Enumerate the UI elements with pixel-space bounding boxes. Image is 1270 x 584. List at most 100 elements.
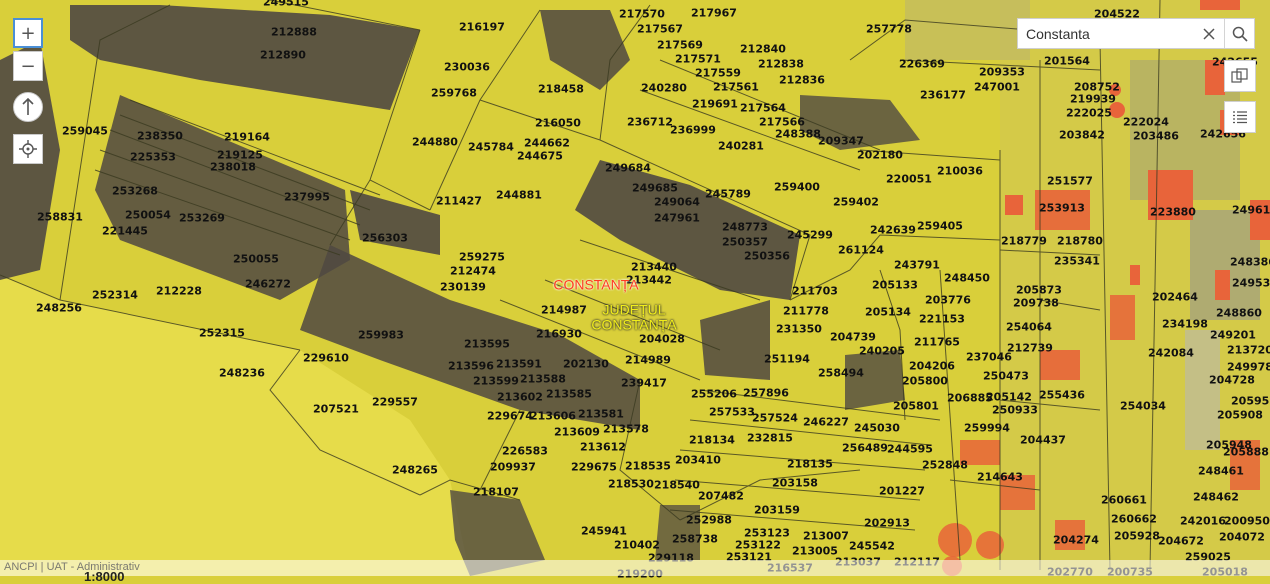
parcel-label: 202464 [1152, 290, 1198, 304]
parcel-label: 219164 [224, 130, 270, 144]
parcel-label: 219125 [217, 148, 263, 162]
layers-icon [1231, 68, 1248, 83]
parcel-label: 253123 [744, 526, 790, 540]
parcel-label: 242016 [1180, 514, 1226, 528]
parcel-label: 213609 [554, 425, 600, 439]
parcel-label: 213606 [530, 409, 576, 423]
parcel-label: 205928 [1114, 529, 1160, 543]
parcel-label: 259045 [62, 124, 108, 138]
parcel-label: 210402 [614, 538, 660, 552]
parcel-label: 206885 [947, 391, 993, 405]
parcel-label: 211703 [792, 284, 838, 298]
locate-button[interactable] [13, 134, 43, 164]
parcel-label: 213578 [603, 422, 649, 436]
parcel-label: 248860 [1216, 306, 1262, 320]
search-button[interactable] [1225, 19, 1254, 48]
parcel-label: 249534 [1232, 276, 1270, 290]
parcel-label: 222025 [1066, 106, 1112, 120]
parcel-label: 218134 [689, 433, 735, 447]
parcel-label: 238350 [137, 129, 183, 143]
parcel-label: 213588 [520, 372, 566, 386]
parcel-label: 218540 [654, 478, 700, 492]
parcel-label: 213599 [473, 374, 519, 388]
bottom-strip [0, 560, 1270, 576]
parcel-label: 214987 [541, 303, 587, 317]
north-button[interactable] [13, 92, 43, 122]
parcel-label: 205801 [893, 399, 939, 413]
zoom-in-button[interactable]: + [13, 18, 43, 48]
parcel-label: 214643 [977, 470, 1023, 484]
parcel-label: 217569 [657, 38, 703, 52]
zoom-out-button[interactable]: − [13, 51, 43, 81]
parcel-label: 209738 [1013, 296, 1059, 310]
parcel-label: 213602 [497, 390, 543, 404]
parcel-label: 249611 [1232, 203, 1270, 217]
parcel-label: 249515 [263, 0, 309, 9]
parcel-label: 249685 [632, 181, 678, 195]
parcel-label: 258831 [37, 210, 83, 224]
parcel-label: 213007 [803, 529, 849, 543]
parcel-label: 223880 [1150, 205, 1196, 219]
parcel-label: 212890 [260, 48, 306, 62]
layers-button[interactable] [1224, 60, 1256, 92]
parcel-label: 202180 [857, 148, 903, 162]
parcel-label: 250356 [744, 249, 790, 263]
parcel-label: 218780 [1057, 234, 1103, 248]
parcel-label: 204728 [1209, 373, 1255, 387]
search-input[interactable] [1024, 24, 1198, 43]
parcel-label: 216930 [536, 327, 582, 341]
parcel-label: 248450 [944, 271, 990, 285]
north-arrow-icon [22, 98, 34, 115]
search-box [1017, 18, 1255, 49]
parcel-label: 220051 [886, 172, 932, 186]
parcel-label: 257896 [743, 386, 789, 400]
parcel-label: 232815 [747, 431, 793, 445]
parcel-label: 210036 [937, 164, 983, 178]
parcel-label: 221153 [919, 312, 965, 326]
parcel-label: 253268 [112, 184, 158, 198]
parcel-label: 213612 [580, 440, 626, 454]
parcel-label: 244881 [496, 188, 542, 202]
parcel-label: 245030 [854, 421, 900, 435]
parcel-label: 240205 [859, 344, 905, 358]
parcel-label: 225353 [130, 150, 176, 164]
parcel-label: 248462 [1193, 490, 1239, 504]
parcel-label: 229610 [303, 351, 349, 365]
parcel-label: 255206 [691, 387, 737, 401]
parcel-label: 249978 [1227, 360, 1270, 374]
clear-search-button[interactable] [1198, 22, 1220, 46]
parcel-label: 231350 [776, 322, 822, 336]
uat-label: CONSTANȚA [553, 276, 639, 293]
parcel-label: 245789 [705, 187, 751, 201]
parcel-label: 249064 [654, 195, 700, 209]
parcel-label: 256489 [842, 441, 888, 455]
parcel-label: 217559 [695, 66, 741, 80]
parcel-label: 250055 [233, 252, 279, 266]
parcel-label: 218458 [538, 82, 584, 96]
parcel-label: 242639 [870, 223, 916, 237]
parcel-label: 248461 [1198, 464, 1244, 478]
parcel-label: 249684 [605, 161, 651, 175]
parcel-label: 218779 [1001, 234, 1047, 248]
parcel-label: 252988 [686, 513, 732, 527]
parcel-label: 203776 [925, 293, 971, 307]
parcel-label: 248773 [722, 220, 768, 234]
parcel-label: 237995 [284, 190, 330, 204]
parcel-label: 252848 [922, 458, 968, 472]
parcel-label: 218135 [787, 457, 833, 471]
parcel-label: 204028 [639, 332, 685, 346]
parcel-label: 245299 [787, 228, 833, 242]
parcel-label: 257533 [709, 405, 755, 419]
parcel-label: 253122 [735, 538, 781, 552]
parcel-label: 246272 [245, 277, 291, 291]
parcel-label: 219691 [692, 97, 738, 111]
parcel-label: 204274 [1053, 533, 1099, 547]
parcel-label: 205888 [1223, 445, 1269, 459]
scale-text: 1:8000 [84, 569, 125, 584]
parcel-label: 203159 [754, 503, 800, 517]
parcel-label: 213596 [448, 359, 494, 373]
legend-button[interactable] [1224, 101, 1256, 133]
parcel-label: 217567 [637, 22, 683, 36]
parcel-label: 257778 [866, 22, 912, 36]
parcel-label: 205134 [865, 305, 911, 319]
